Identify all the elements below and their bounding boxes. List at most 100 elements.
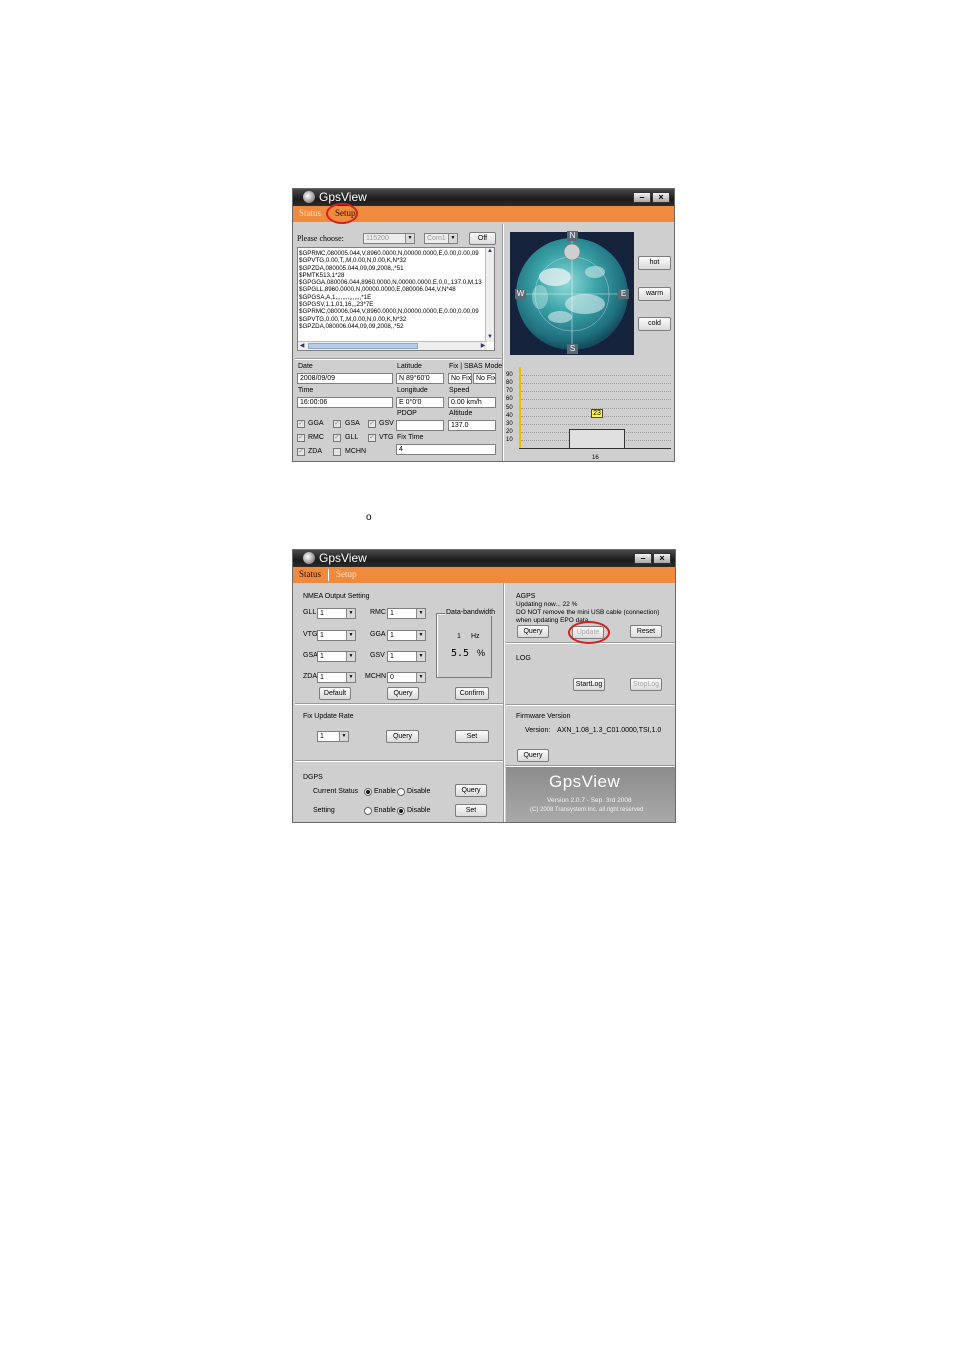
tab-status[interactable]: Status [299,208,321,218]
confirm-button[interactable]: Confirm [455,687,489,700]
gll-rate-select[interactable]: 1 ▼ [317,608,356,619]
close-icon[interactable]: × [652,192,670,203]
bandwidth-percent-sign: % [477,648,486,658]
altitude-label: Altitude [449,410,473,417]
fix-time-label: Fix Time [397,434,424,441]
zda-checkbox[interactable]: ✓ [297,448,305,456]
nmea-log-box[interactable]: $GPRMC,080005.044,V,8960.0000,N,00000.00… [297,247,495,351]
snr-chart: 90 80 70 60 50 40 30 20 10 23 16 [506,362,674,461]
zda-label: ZDA [308,448,322,455]
cold-start-button[interactable]: cold [638,317,671,331]
default-button[interactable]: Default [319,687,351,700]
dgps-setting-enable-radio[interactable] [364,807,372,815]
chevron-down-icon: ▼ [416,652,425,661]
snr-tick-label: 90 [506,372,513,379]
vtg-label: VTG [303,631,318,638]
horizontal-scrollbar[interactable]: ◀ ▶ [298,341,487,350]
window-title: GpsView [319,551,367,565]
gsv-rate-select[interactable]: 1 ▼ [387,651,426,662]
vertical-scrollbar[interactable]: ▲ ▼ [485,248,494,342]
dgps-setting-disable-radio[interactable] [397,807,405,815]
minimize-icon[interactable]: – [634,553,652,564]
altitude-field: 137.0 [448,420,496,431]
chevron-down-icon: ▼ [405,234,414,243]
chevron-down-icon: ▼ [346,673,355,682]
nmea-log-lines: $GPRMC,080005.044,V,8960.0000,N,00000.00… [299,250,484,330]
dgps-current-enable-radio [364,788,372,796]
chevron-down-icon: ▼ [416,673,425,682]
fix-update-set-button[interactable]: Set [455,730,489,743]
divider [504,583,505,822]
speed-field: 0.00 km/h [448,397,496,408]
pdop-field [396,420,444,431]
chevron-down-icon: ▼ [346,631,355,640]
gsv-label: GSV [370,652,385,659]
snr-tick-label: 20 [506,428,513,435]
snr-gridline [521,399,671,401]
compass-north-label: N [567,231,578,241]
warm-start-button[interactable]: warm [638,287,671,301]
minimize-icon[interactable]: – [633,192,651,203]
window-title: GpsView [319,190,367,204]
rmc-rate-select[interactable]: 1 ▼ [387,608,426,619]
sbas-mode-field: No Fix [473,373,496,384]
rmc-checkbox[interactable]: ✓ [297,434,305,442]
scroll-thumb[interactable] [308,343,418,349]
snr-y-axis: 90 80 70 60 50 40 30 20 10 [506,362,518,461]
title-bar: GpsView – × [293,189,674,206]
scroll-right-icon[interactable]: ▶ [479,342,487,349]
nmea-log-line: $GPRMC,080006.044,V,8960.0000,N,00000.00… [299,308,479,316]
dgps-current-enable-label: Enable [374,788,396,795]
agps-query-button[interactable]: Query [517,625,549,638]
dgps-setting-label: Setting [313,807,335,814]
nmea-query-button[interactable]: Query [387,687,419,700]
nmea-log-line: $GPZDA,080005.044,09,09,2008,,*51 [299,264,404,272]
nmea-log-line: $GPGSV,1,1,01,16,,,23*7E [299,301,374,309]
zda-rate-select[interactable]: 1 ▼ [317,672,356,683]
gll-label: GLL [303,609,317,616]
mchn-checkbox[interactable] [333,448,341,456]
divider [295,761,503,762]
hot-start-button[interactable]: hot [638,256,671,270]
nmea-log-line: $GPGLL,8960.0000,N,00000.0000,E,080006.0… [299,286,456,294]
off-button[interactable]: Off [469,232,496,245]
vtg-checkbox[interactable]: ✓ [368,434,376,442]
gsa-rate-select[interactable]: 1 ▼ [317,651,356,662]
tab-setup[interactable]: Setup [336,569,357,579]
time-label: Time [298,387,314,394]
scroll-down-icon[interactable]: ▼ [486,334,494,342]
setup-tab-highlight [326,203,358,224]
start-log-button[interactable]: StartLog [573,678,605,691]
fix-update-rate-select[interactable]: 1 ▼ [317,731,349,742]
agps-status-line: Updating now... 22 % [516,601,578,608]
baud-rate-select[interactable]: 115200 ▼ [363,233,415,244]
tab-status[interactable]: Status [299,569,321,579]
gsv-label: GSV [379,420,394,427]
mchn-rate-select[interactable]: 0 ▼ [387,672,426,683]
gsv-checkbox[interactable]: ✓ [368,420,376,428]
gsa-checkbox[interactable]: ✓ [333,420,341,428]
dgps-current-disable-label: Disable [407,788,431,795]
firmware-query-button[interactable]: Query [517,749,549,762]
stop-log-button[interactable]: StopLog [630,678,662,691]
choose-label: Please choose: [297,234,344,243]
gll-checkbox[interactable]: ✓ [333,434,341,442]
agps-reset-button[interactable]: Reset [630,625,662,638]
fix-update-title: Fix Update Rate [303,713,354,720]
nmea-log-line: $GPRMC,080005.044,V,8960.0000,N,00000.00… [299,250,479,257]
vtg-rate-select[interactable]: 1 ▼ [317,630,356,641]
tab-bar: Status Setup [293,567,675,583]
dgps-set-button[interactable]: Set [455,804,487,817]
com-port-select[interactable]: Com1 ▼ [424,233,458,244]
pdop-label: PDOP [397,410,417,417]
gga-checkbox[interactable]: ✓ [297,420,305,428]
bandwidth-unit: Hz [471,633,480,640]
gga-rate-select[interactable]: 1 ▼ [387,630,426,641]
scroll-left-icon[interactable]: ◀ [298,342,306,349]
dgps-query-button[interactable]: Query [455,784,487,797]
scroll-up-icon[interactable]: ▲ [486,248,494,256]
fix-update-query-button[interactable]: Query [386,730,419,743]
fix-mode-field: No Fix [448,373,472,384]
dgps-setting-disable-label: Disable [407,807,431,814]
close-icon[interactable]: × [653,553,671,564]
